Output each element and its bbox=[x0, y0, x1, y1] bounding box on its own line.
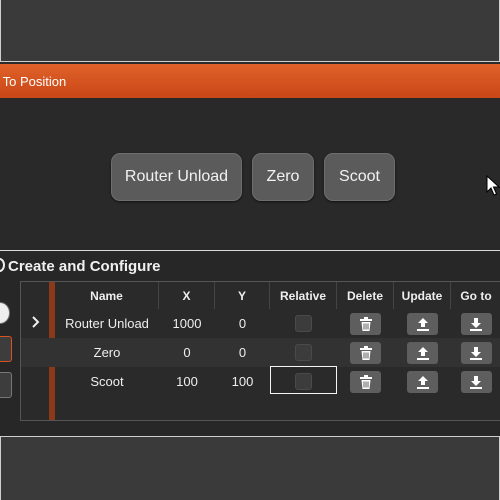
table-row[interactable]: Router Unload 1000 0 bbox=[21, 309, 500, 338]
trash-icon bbox=[359, 345, 372, 360]
cell-x: 1000 bbox=[172, 316, 202, 331]
go-to-position-title: g To Position bbox=[0, 74, 67, 89]
column-header-name[interactable]: Name bbox=[55, 282, 159, 309]
cell-name: Scoot bbox=[90, 374, 124, 389]
upload-icon bbox=[416, 346, 429, 360]
router-unload-button[interactable]: Router Unload bbox=[111, 153, 242, 201]
column-header-relative[interactable]: Relative bbox=[270, 282, 337, 309]
cell-name: Router Unload bbox=[65, 316, 149, 331]
upload-icon bbox=[416, 317, 429, 331]
mouse-cursor-icon bbox=[486, 175, 500, 196]
download-icon bbox=[470, 317, 482, 331]
update-button[interactable] bbox=[407, 370, 438, 393]
download-icon bbox=[470, 375, 482, 389]
cell-y: 100 bbox=[231, 374, 254, 389]
go-to-button[interactable] bbox=[460, 312, 492, 335]
trash-icon bbox=[359, 374, 372, 389]
relative-checkbox[interactable] bbox=[295, 344, 312, 361]
delete-button[interactable] bbox=[350, 370, 381, 393]
table-row[interactable]: Zero 0 0 bbox=[21, 338, 500, 367]
create-and-configure-title: Create and Configure bbox=[8, 258, 161, 275]
go-to-position-header: g To Position bbox=[0, 64, 500, 98]
go-to-button[interactable] bbox=[460, 341, 492, 364]
zero-button[interactable]: Zero bbox=[252, 153, 314, 201]
side-toolbar bbox=[0, 302, 14, 398]
trash-icon bbox=[359, 316, 372, 331]
column-header-update[interactable]: Update bbox=[394, 282, 451, 309]
relative-checkbox[interactable] bbox=[295, 315, 312, 332]
column-header-go-to[interactable]: Go to bbox=[451, 282, 500, 309]
upload-icon bbox=[416, 375, 429, 389]
scoot-button[interactable]: Scoot bbox=[324, 153, 395, 201]
cell-x: 0 bbox=[183, 345, 191, 360]
column-header-y[interactable]: Y bbox=[215, 282, 270, 309]
bottom-panel bbox=[0, 436, 500, 500]
cell-name: Zero bbox=[93, 345, 121, 360]
document-icon[interactable] bbox=[0, 336, 12, 362]
go-to-button[interactable] bbox=[460, 370, 492, 393]
positions-table: Name X Y Relative Delete Update Go to Ro… bbox=[20, 281, 500, 421]
update-button[interactable] bbox=[407, 341, 438, 364]
cell-y: 0 bbox=[238, 316, 247, 331]
update-button[interactable] bbox=[407, 312, 438, 335]
cell-x: 100 bbox=[176, 374, 198, 389]
relative-checkbox[interactable] bbox=[295, 373, 312, 390]
column-header-delete[interactable]: Delete bbox=[337, 282, 394, 309]
delete-button[interactable] bbox=[350, 341, 381, 364]
delete-button[interactable] bbox=[350, 312, 381, 335]
chevron-right-icon bbox=[32, 316, 40, 328]
table-row[interactable]: Scoot 100 100 bbox=[21, 366, 500, 396]
panel-icon bbox=[0, 258, 5, 272]
download-icon bbox=[470, 346, 482, 360]
go-to-position-panel: g To Position Router Unload Zero Scoot bbox=[0, 64, 500, 250]
column-header-x[interactable]: X bbox=[159, 282, 215, 309]
settings-icon[interactable] bbox=[0, 372, 12, 398]
cell-y: 0 bbox=[238, 345, 247, 360]
add-circle-icon[interactable] bbox=[0, 302, 10, 324]
top-panel bbox=[0, 0, 500, 62]
